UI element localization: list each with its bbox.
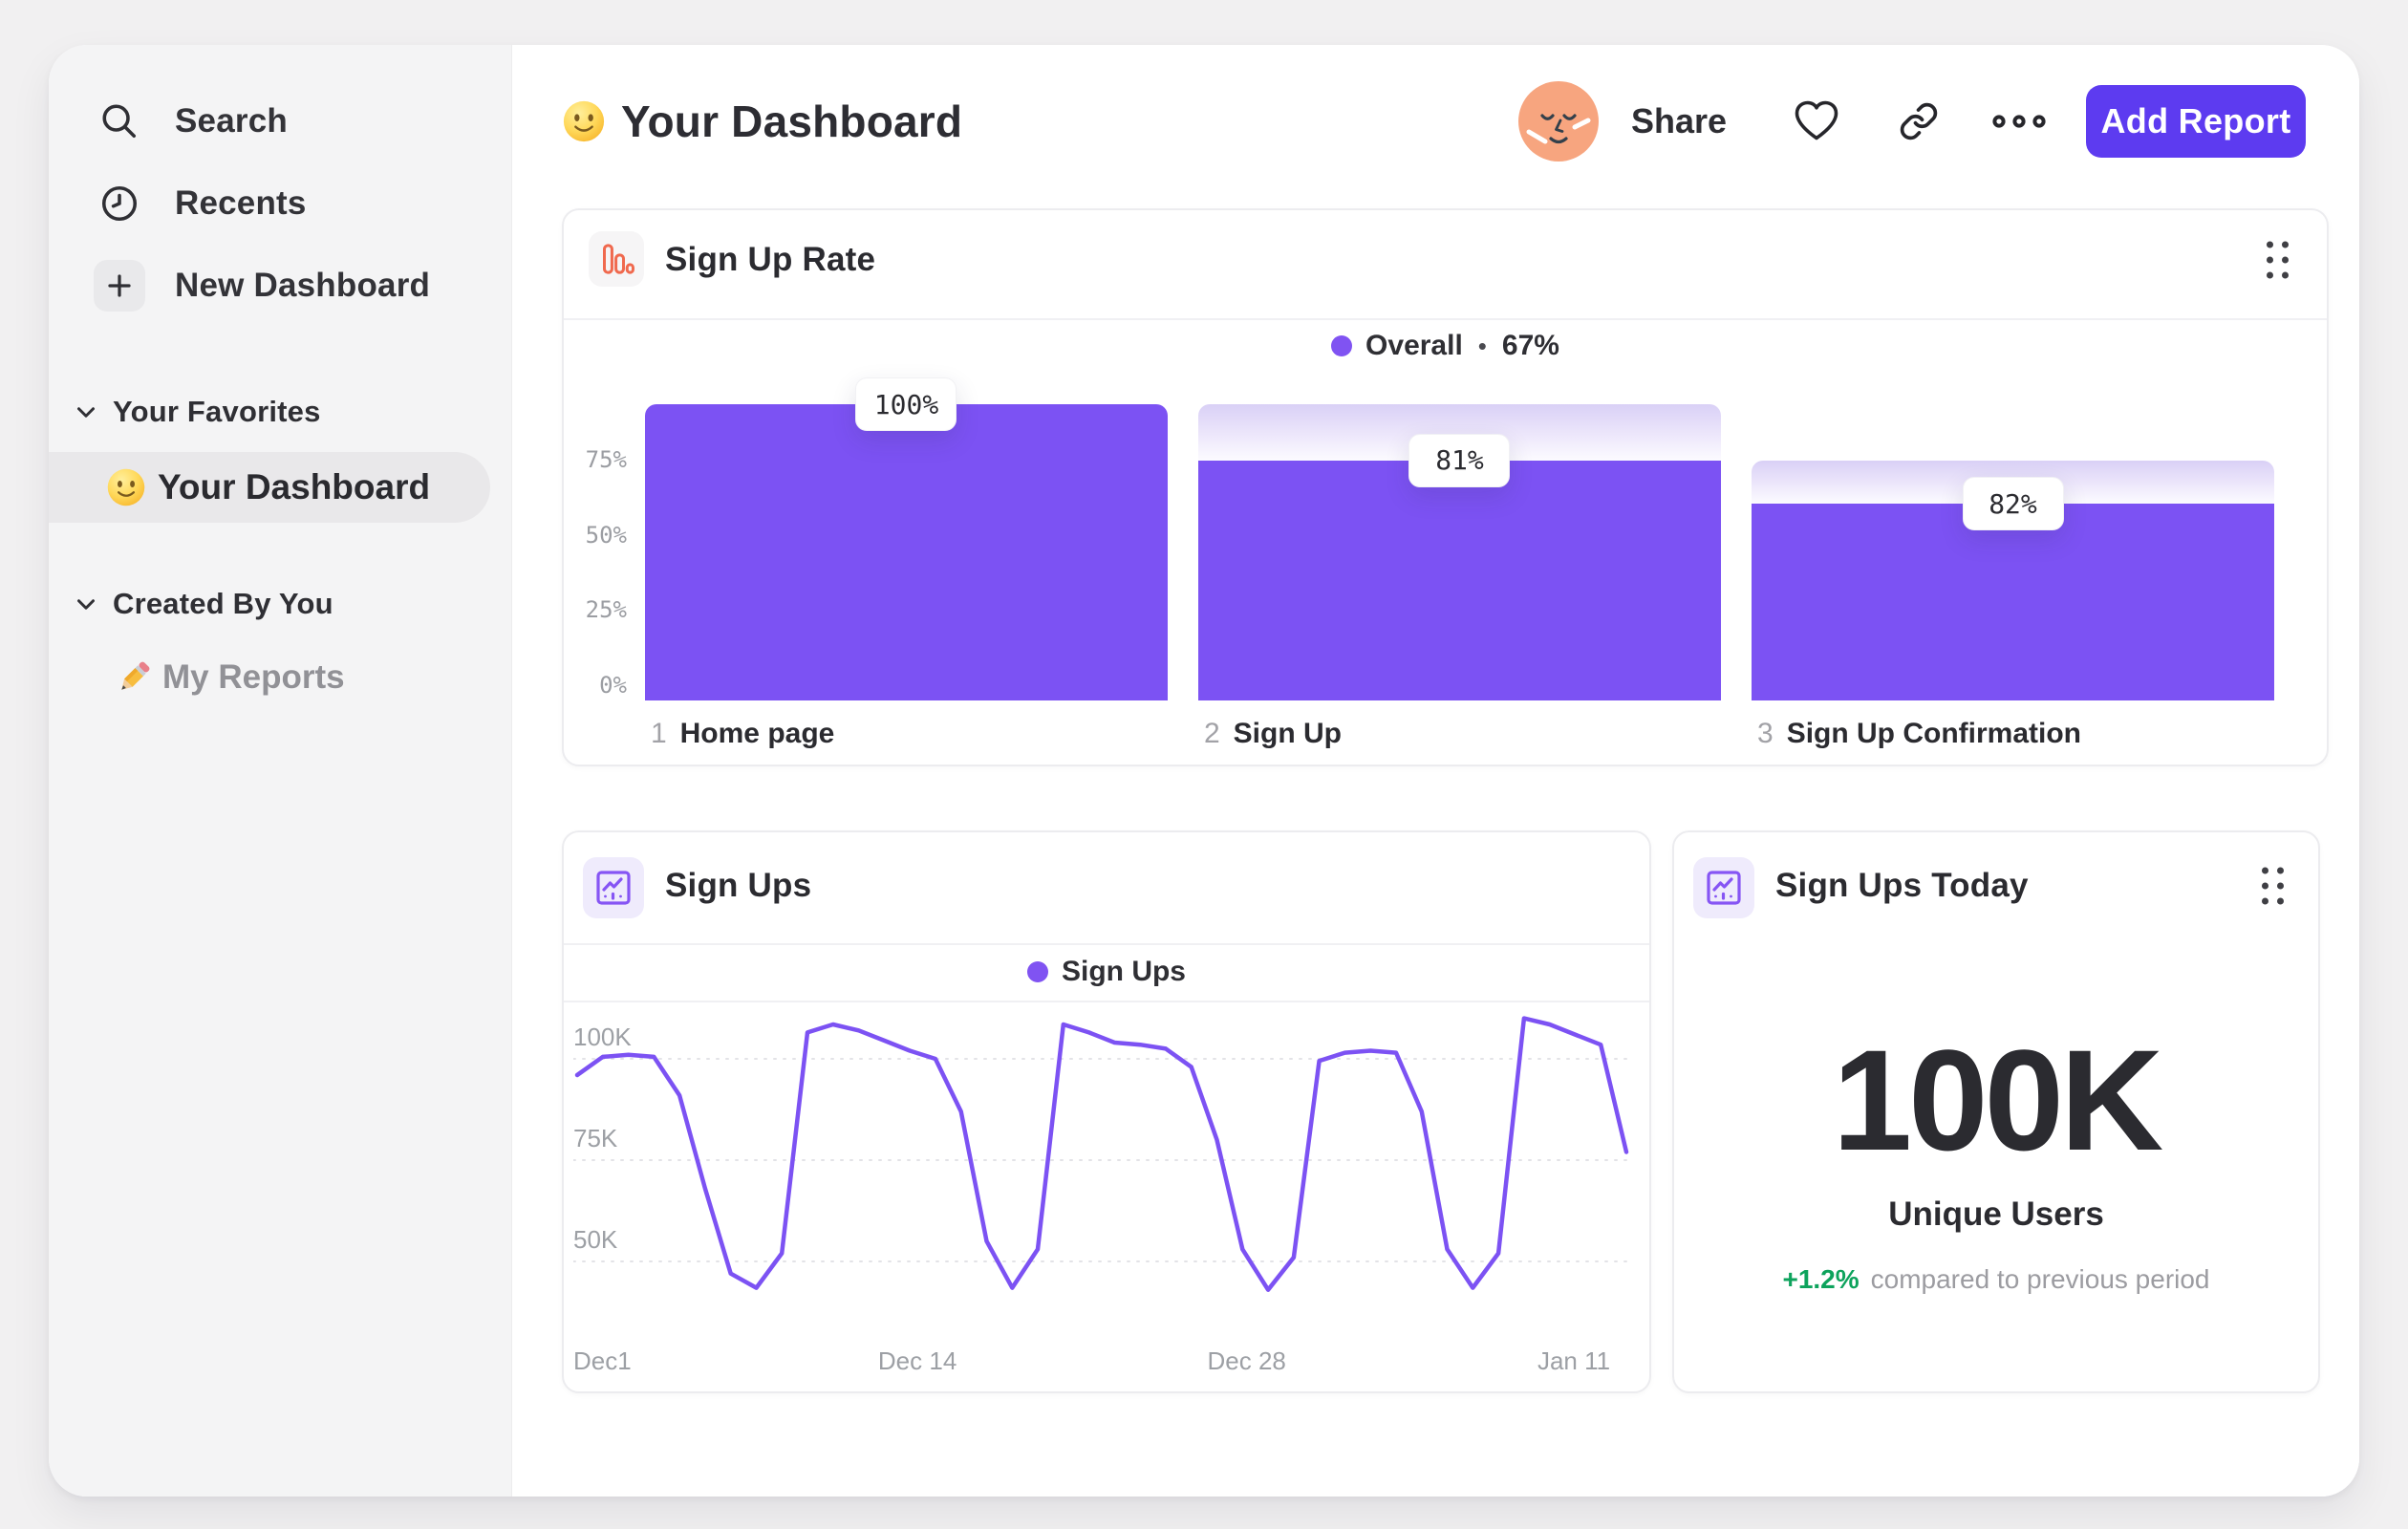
add-report-button[interactable]: Add Report xyxy=(2086,85,2306,158)
funnel-step-index: 2 xyxy=(1203,718,1220,749)
line-x-axis: Dec1 Dec 14 Dec 28 Jan 11 xyxy=(573,1346,1632,1377)
card-title: Sign Ups Today xyxy=(1775,867,2029,904)
legend-separator: • xyxy=(1477,331,1487,360)
y-tick-label: 50K xyxy=(573,1225,618,1254)
sidebar-item-my-reports[interactable]: My Reports xyxy=(49,642,511,713)
section-label: Your Favorites xyxy=(113,395,321,428)
line-svg: 100K 75K 50K xyxy=(572,1016,1633,1292)
more-options-icon[interactable] xyxy=(1992,113,2046,130)
sidebar-item-search[interactable]: Search xyxy=(49,80,511,162)
legend-dot xyxy=(1026,961,1048,982)
funnel-step-labels: 1 Home page 2 Sign Up 3 Sign Up Confirmation xyxy=(645,718,2274,756)
y-tick-label: 0% xyxy=(599,672,627,699)
sidebar-section-created-by-you[interactable]: Created By You xyxy=(49,571,511,637)
divider xyxy=(564,943,1649,945)
x-tick-label: Dec 28 xyxy=(1207,1346,1286,1375)
copy-link-icon[interactable] xyxy=(1899,101,1939,141)
y-tick-label: 100K xyxy=(573,1023,632,1051)
sign-ups-card: Sign Ups Sign Ups 100K 75K 50K Dec1 Dec 14 D… xyxy=(562,830,1651,1393)
funnel-bar-fill xyxy=(1198,460,1721,700)
divider xyxy=(564,318,2327,320)
funnel-step-name: Home page xyxy=(679,718,835,749)
x-tick-label: Jan 11 xyxy=(1537,1346,1611,1375)
sidebar-item-label: Your Dashboard xyxy=(158,467,431,506)
favorite-heart-icon[interactable] xyxy=(1794,100,1839,142)
y-tick-label: 50% xyxy=(585,521,627,549)
funnel-step-index: 3 xyxy=(1757,718,1774,749)
card-title: Sign Up Rate xyxy=(665,241,876,278)
sidebar-item-label: New Dashboard xyxy=(175,267,431,304)
sidebar-item-label: Recents xyxy=(175,184,307,222)
line-plot: 100K 75K 50K xyxy=(572,998,1633,1342)
line-legend: Sign Ups xyxy=(564,951,1649,993)
stat-change-row: +1.2% compared to previous period xyxy=(1674,1260,2318,1299)
x-tick-label: Dec1 xyxy=(573,1346,632,1375)
app-window: Search Recents New Dashboard Your Favori… xyxy=(49,45,2359,1497)
funnel-y-axis: 75% 50% 25% 0% xyxy=(581,210,627,764)
sidebar-item-label: Search xyxy=(175,102,288,140)
sidebar-item-new-dashboard[interactable]: New Dashboard xyxy=(49,245,511,327)
funnel-bar[interactable]: 82% xyxy=(1752,404,2274,700)
card-title: Sign Ups xyxy=(665,867,812,904)
sidebar-section-your-favorites[interactable]: Your Favorites xyxy=(49,378,511,445)
clock-icon xyxy=(98,183,140,225)
avatar[interactable] xyxy=(1517,81,1599,162)
sign-up-rate-card: Sign Up Rate Overall • 67% 75% 50% 25% 0% 1… xyxy=(562,208,2329,766)
funnel-step-name: Sign Up xyxy=(1233,718,1342,749)
legend-series-name[interactable]: Sign Ups xyxy=(1062,956,1186,988)
x-tick-label: Dec 14 xyxy=(877,1346,957,1375)
stat-change-percent: +1.2% xyxy=(1782,1264,1860,1294)
pencil-emoji-icon xyxy=(115,658,153,697)
funnel-bar[interactable]: 81% xyxy=(1198,404,1721,700)
funnel-bar[interactable]: 100% xyxy=(645,377,1168,700)
page-header: Your Dashboard xyxy=(562,83,962,160)
sidebar: Search Recents New Dashboard Your Favori… xyxy=(49,45,512,1497)
legend-overall-value: 67% xyxy=(1501,330,1559,361)
legend-dot xyxy=(1331,335,1353,356)
sidebar-item-your-dashboard[interactable]: Your Dashboard xyxy=(49,452,490,523)
funnel-bar-value-label: 82% xyxy=(1962,477,2064,531)
chevron-down-icon xyxy=(76,598,96,611)
y-tick-label: 75K xyxy=(573,1124,618,1152)
funnel-step-label: 1 Home page xyxy=(651,718,834,750)
funnel-bar-value-label: 81% xyxy=(1408,433,1511,487)
funnel-bar-fill xyxy=(645,404,1168,700)
sidebar-item-recents[interactable]: Recents xyxy=(49,162,511,245)
sign-ups-today-card: Sign Ups Today 100K Unique Users +1.2% c… xyxy=(1672,830,2320,1393)
line-series-path xyxy=(574,1016,1629,1292)
funnel-legend: Overall • 67% xyxy=(564,325,2327,367)
header-actions: Share Add Report xyxy=(1517,81,2306,162)
funnel-step-label: 3 Sign Up Confirmation xyxy=(1757,718,2081,750)
stat-metric-label: Unique Users xyxy=(1888,1195,2104,1233)
search-icon xyxy=(98,100,140,142)
page-title: Your Dashboard xyxy=(621,97,963,146)
line-chart-icon xyxy=(583,857,644,918)
drag-handle-icon[interactable] xyxy=(2262,867,2284,905)
line-chart-icon xyxy=(1693,857,1754,918)
section-label: Created By You xyxy=(113,587,333,620)
funnel-step-label: 2 Sign Up xyxy=(1204,718,1342,750)
funnel-step-index: 1 xyxy=(650,718,667,749)
funnel-step-name: Sign Up Confirmation xyxy=(1786,718,2081,749)
funnel-bars: 100% 81% 82% xyxy=(645,377,2274,700)
smiley-emoji-icon xyxy=(562,99,606,143)
y-tick-label: 75% xyxy=(585,445,627,473)
legend-series-name[interactable]: Overall xyxy=(1365,330,1463,362)
funnel-bar-value-label: 100% xyxy=(855,377,957,431)
sidebar-item-label: My Reports xyxy=(162,658,345,696)
share-button[interactable]: Share xyxy=(1631,101,1727,141)
y-tick-label: 25% xyxy=(585,596,627,624)
drag-handle-icon[interactable] xyxy=(2267,241,2289,279)
chevron-down-icon xyxy=(76,406,96,419)
main-content: Your Dashboard Share Add Report Sign Up … xyxy=(512,45,2359,1497)
stat-change-description: compared to previous period xyxy=(1870,1264,2210,1294)
funnel-bar-fill xyxy=(1752,504,2274,700)
smiley-emoji-icon xyxy=(106,467,146,507)
plus-icon xyxy=(94,260,145,312)
stat-value: 100K xyxy=(1832,1020,2164,1180)
